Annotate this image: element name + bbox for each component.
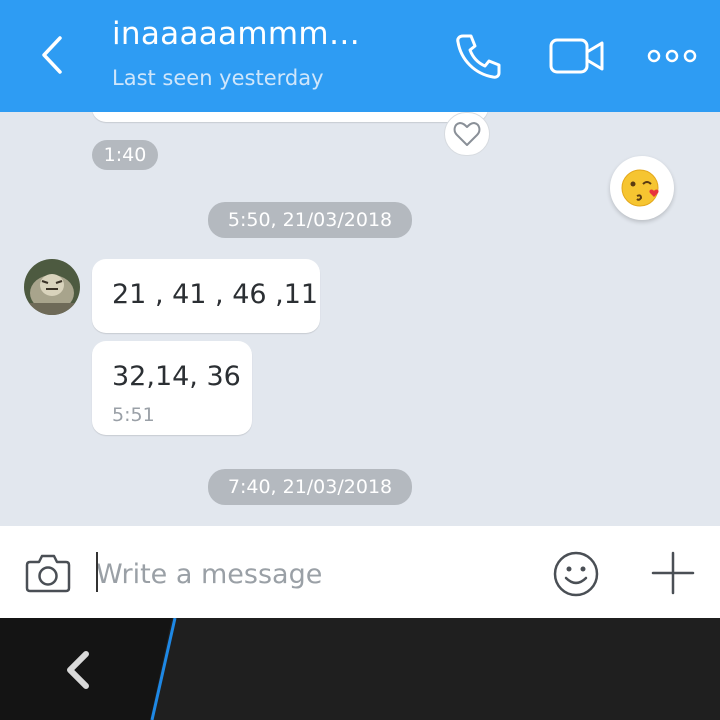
message-time-pill: 1:40 [92,140,158,170]
date-separator: 5:50, 21/03/2018 [208,202,412,238]
text-caret [96,552,98,592]
back-arrow-icon[interactable] [30,30,80,80]
nav-accent-divider [0,618,177,720]
camera-icon[interactable] [22,546,74,598]
last-seen-status: Last seen yesterday [112,66,324,90]
message-bubble-partial[interactable] [92,112,488,122]
chat-header: inaaaaammm… Last seen yesterday [0,0,720,112]
message-time: 5:51 [112,404,155,426]
message-text: 21 , 41 , 46 ,11 [112,279,319,310]
incoming-message[interactable]: 21 , 41 , 46 ,11 [92,259,320,333]
date-separator: 7:40, 21/03/2018 [208,469,412,505]
kiss-emoji-icon[interactable] [610,156,674,220]
smiley-icon[interactable] [550,548,602,600]
video-camera-icon[interactable] [546,28,606,84]
heart-icon[interactable] [444,112,490,156]
more-dots-icon[interactable] [640,28,700,84]
message-input[interactable] [96,550,526,598]
contact-avatar[interactable] [24,259,80,315]
incoming-message[interactable]: 32,14, 36 5:51 [92,341,252,435]
plus-icon[interactable] [648,548,698,598]
phone-icon[interactable] [447,28,507,84]
message-text: 32,14, 36 [112,361,241,392]
nav-back-icon[interactable] [58,648,98,692]
contact-name[interactable]: inaaaaammm… [112,16,360,52]
chat-area[interactable]: 1:40 5:50, 21/03/2018 21 , 41 , 46 ,11 3… [0,112,720,526]
